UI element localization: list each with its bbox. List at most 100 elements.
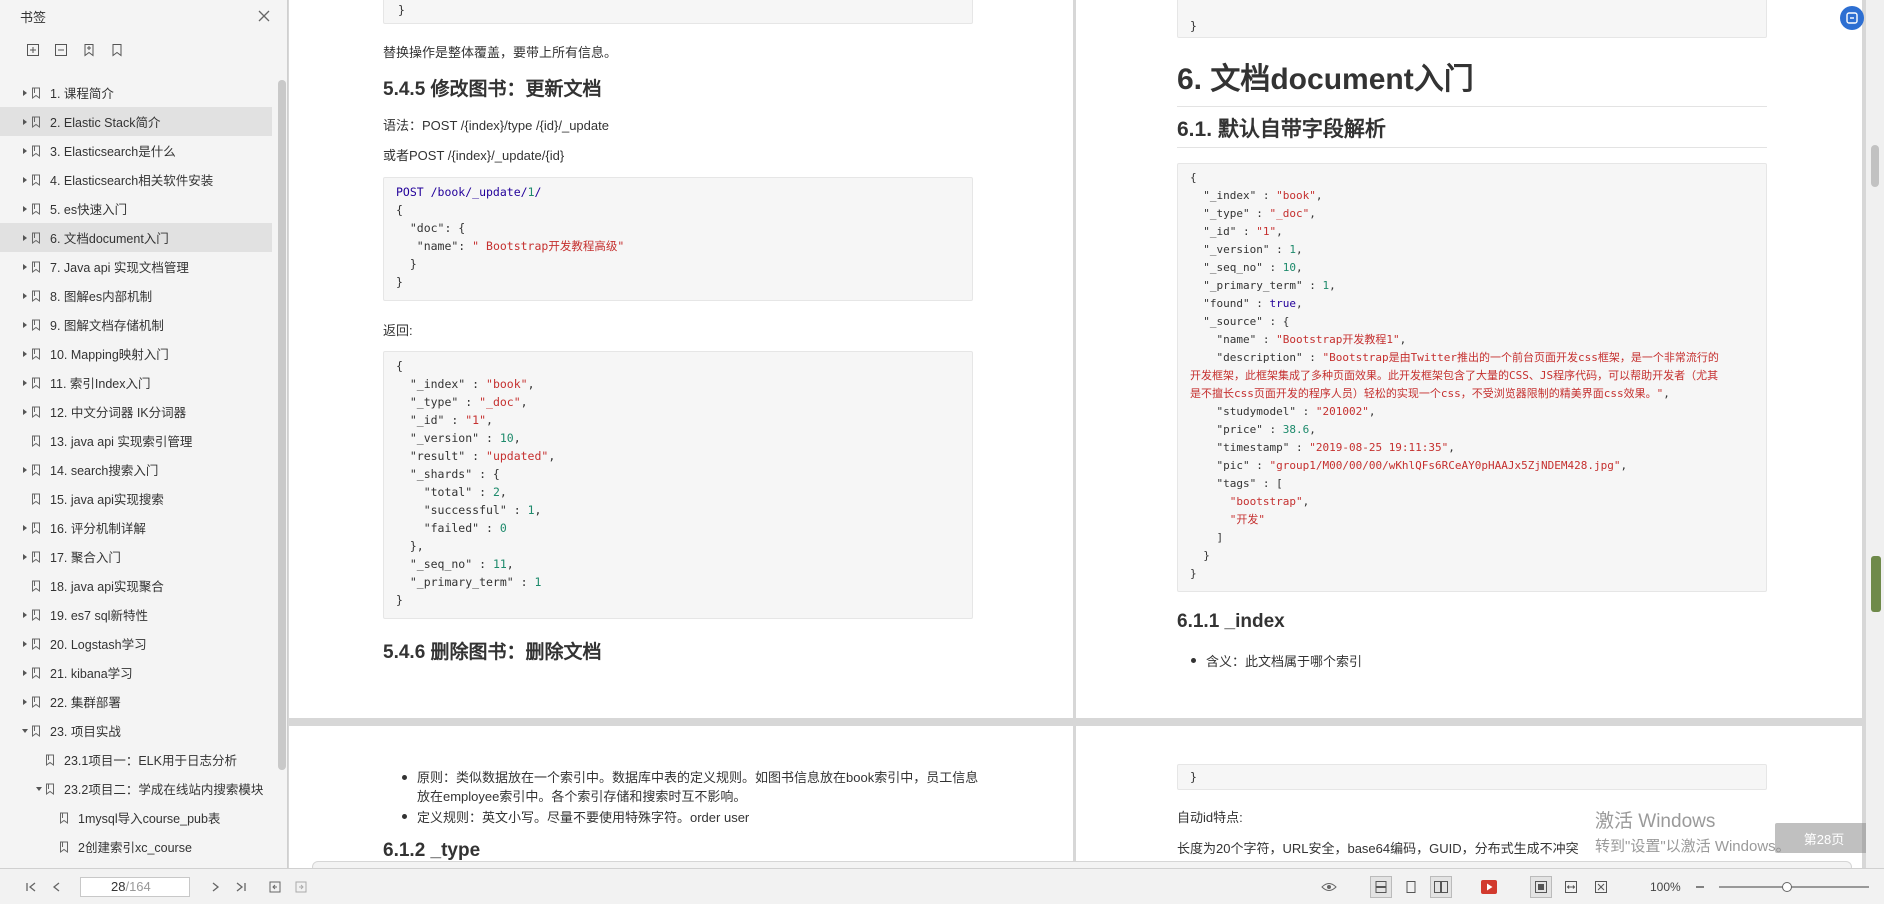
fit-width-button[interactable] — [1560, 876, 1582, 898]
bookmark-icon[interactable] — [108, 41, 126, 59]
caret-down-icon[interactable] — [34, 785, 44, 793]
toc-item[interactable]: 15. java api实现搜索 — [0, 484, 272, 513]
caret-right-icon[interactable] — [20, 263, 30, 271]
code-token: "timestamp" : — [1190, 441, 1310, 454]
double-page-button[interactable] — [1430, 875, 1452, 898]
toc-item[interactable]: 11. 索引Index入门 — [0, 368, 272, 397]
prev-page-button[interactable] — [46, 876, 68, 898]
last-page-button[interactable] — [230, 876, 252, 898]
document-view[interactable]: } 替换操作是整体覆盖，要带上所有信息。 5.4.5 修改图书：更新文档 语法：… — [289, 0, 1884, 868]
code-token: "_type" : — [396, 395, 480, 409]
caret-right-icon[interactable] — [20, 321, 30, 329]
toc-item[interactable]: 1mysql导入course_pub表 — [0, 803, 272, 832]
code-line: "pic" : "group1/M00/00/00/wKhlQFs6RCeAY0… — [1190, 457, 1754, 475]
toc-item[interactable]: 10. Mapping映射入门 — [0, 339, 272, 368]
toc-item[interactable]: 5. es快速入门 — [0, 194, 272, 223]
eye-care-button[interactable] — [1318, 876, 1340, 898]
caret-right-icon[interactable] — [20, 640, 30, 648]
toc-item[interactable]: 18. java api实现聚合 — [0, 571, 272, 600]
collapse-all-icon[interactable] — [52, 41, 70, 59]
vertical-scrollbar[interactable] — [1866, 0, 1884, 868]
caret-right-icon[interactable] — [20, 408, 30, 416]
code-token: 10 — [499, 431, 514, 445]
fit-page-icon — [1535, 880, 1547, 893]
code-token: "开发" — [1190, 513, 1265, 526]
zoom-out-button[interactable] — [1689, 876, 1711, 898]
code-token: "total" : — [396, 485, 493, 499]
floating-assistant-button[interactable] — [1840, 6, 1864, 30]
code-token: 是不擅长css页面开发的程序人员）轻松的实现一个css，不受浏览器限制的精美界面… — [1190, 387, 1664, 400]
add-bookmark-icon[interactable] — [80, 41, 98, 59]
caret-down-icon[interactable] — [20, 727, 30, 735]
caret-right-icon[interactable] — [20, 524, 30, 532]
code-token: { — [396, 203, 403, 217]
actual-size-button[interactable] — [1590, 876, 1612, 898]
toc-item[interactable]: 13. java api 实现索引管理 — [0, 426, 272, 455]
zoom-level[interactable]: 100% — [1650, 880, 1681, 894]
zoom-slider-handle[interactable] — [1781, 881, 1792, 892]
caret-right-icon[interactable] — [20, 234, 30, 242]
toc-item[interactable]: 1. 课程简介 — [0, 78, 272, 107]
fit-page-button[interactable] — [1530, 875, 1552, 898]
toc-item[interactable]: 19. es7 sql新特性 — [0, 600, 272, 629]
page-number-input[interactable]: 28/164 — [80, 876, 190, 897]
code-token: 1 — [534, 575, 542, 589]
bullet-dot — [402, 775, 407, 780]
toc-item[interactable]: 3. Elasticsearch是什么 — [0, 136, 272, 165]
toc-item[interactable]: 17. 聚合入门 — [0, 542, 272, 571]
toc-item[interactable]: 23.1项目一：ELK用于日志分析 — [0, 745, 272, 774]
rotate-right-button[interactable] — [290, 876, 312, 898]
toc-item[interactable]: 14. search搜索入门 — [0, 455, 272, 484]
page-right-top: } 6. 文档document入门 6.1. 默认自带字段解析 { "_inde… — [1076, 0, 1862, 718]
toc-item[interactable]: 22. 集群部署 — [0, 687, 272, 716]
toc-item[interactable]: 12. 中文分词器 IK分词器 — [0, 397, 272, 426]
toc-item-label: 1mysql导入course_pub表 — [78, 812, 221, 826]
close-icon[interactable] — [255, 7, 273, 25]
caret-right-icon[interactable] — [20, 466, 30, 474]
toc-item[interactable]: 7. Java api 实现文档管理 — [0, 252, 272, 281]
single-page-button[interactable] — [1370, 875, 1392, 898]
toc-item[interactable]: 6. 文档document入门 — [0, 223, 272, 252]
expand-all-icon[interactable] — [24, 41, 42, 59]
first-page-button[interactable] — [20, 876, 42, 898]
caret-right-icon[interactable] — [20, 89, 30, 97]
toc-item[interactable]: 21. kibana学习 — [0, 658, 272, 687]
zoom-in-button[interactable] — [1877, 876, 1884, 898]
code-token: 38.6 — [1282, 423, 1310, 436]
toc-item[interactable]: 20. Logstash学习 — [0, 629, 272, 658]
caret-right-icon[interactable] — [20, 611, 30, 619]
sidebar-scrollbar-thumb[interactable] — [278, 80, 286, 770]
toc-item[interactable]: 9. 图解文档存储机制 — [0, 310, 272, 339]
toc-item[interactable]: 2创建索引xc_course — [0, 832, 272, 861]
rotate-left-button[interactable] — [264, 876, 286, 898]
sidebar-scrollbar[interactable] — [278, 80, 286, 770]
vertical-scrollbar-thumb[interactable] — [1871, 145, 1879, 187]
caret-right-icon[interactable] — [20, 176, 30, 184]
toc-item[interactable]: 4. Elasticsearch相关软件安装 — [0, 165, 272, 194]
play-button[interactable] — [1478, 876, 1500, 898]
caret-right-icon[interactable] — [20, 669, 30, 677]
code-line: { — [1190, 169, 1754, 187]
toc-item-label: 21. kibana学习 — [50, 667, 133, 681]
toc-item[interactable]: 16. 评分机制详解 — [0, 513, 272, 542]
caret-right-icon[interactable] — [20, 698, 30, 706]
code-token: , — [506, 557, 514, 571]
caret-right-icon[interactable] — [20, 350, 30, 358]
toc-item[interactable]: 2. Elastic Stack简介 — [0, 107, 272, 136]
toc-item[interactable]: 23. 项目实战 — [0, 716, 272, 745]
zoom-slider[interactable] — [1718, 880, 1869, 894]
next-page-button[interactable] — [204, 876, 226, 898]
caret-right-icon[interactable] — [20, 118, 30, 126]
code-line: "result" : "updated", — [396, 447, 960, 465]
caret-right-icon[interactable] — [20, 379, 30, 387]
caret-right-icon[interactable] — [20, 292, 30, 300]
continuous-page-button[interactable] — [1400, 876, 1422, 898]
code-token: "updated" — [486, 449, 549, 463]
caret-right-icon[interactable] — [20, 147, 30, 155]
caret-right-icon[interactable] — [20, 553, 30, 561]
toc-item[interactable]: 8. 图解es内部机制 — [0, 281, 272, 310]
toc-item[interactable]: 23.2项目二：学成在线站内搜索模块 — [0, 774, 272, 803]
caret-right-icon[interactable] — [20, 205, 30, 213]
bookmark-icon — [30, 609, 42, 621]
toc-item[interactable]: 3创建映射 — [0, 861, 272, 868]
